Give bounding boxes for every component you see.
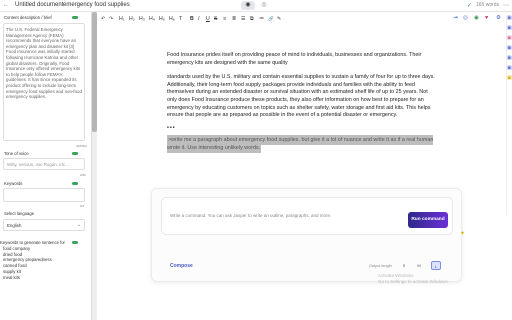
undo-icon[interactable]: ↶	[101, 16, 105, 22]
rail-icon[interactable]: ▣	[507, 25, 512, 31]
chevron-down-icon: ⌄	[76, 222, 81, 228]
ordered-list-icon[interactable]: ≔	[259, 16, 264, 22]
edit-icon[interactable]: ✎	[277, 16, 281, 22]
keyword-list-toggle[interactable]	[72, 241, 78, 244]
back-arrow-icon[interactable]: ←	[3, 2, 9, 8]
separator: •••	[167, 124, 176, 131]
keyword-list-label: Keywords to generate sentence for	[0, 240, 65, 245]
keywords-toggle[interactable]	[72, 182, 78, 185]
language-label: Select language	[4, 211, 35, 216]
size-small-button[interactable]: S	[399, 261, 409, 270]
strike-button[interactable]: S	[214, 16, 217, 22]
keywords-input[interactable]	[3, 188, 85, 202]
format-toolbar: ↶ ↷ H₁ H₂ H₃ H₄ H₅ H₆ T B I U S ≡ ≣ ☰ ⧉ …	[97, 12, 512, 26]
tone-input[interactable]: Witty, serious, Joe Rogan, etc...	[3, 158, 85, 170]
command-panel: Write a command. You can ask Jasper to w…	[151, 188, 462, 282]
list-item: meal kits	[3, 274, 20, 280]
link-icon[interactable]: 🔗	[268, 16, 274, 22]
language-select[interactable]: English ⌄	[3, 219, 85, 231]
rail-icon[interactable]: ▣	[507, 45, 512, 51]
tone-placeholder: Witty, serious, Joe Rogan, etc...	[7, 162, 69, 167]
right-rail: ▣ ▣ ▣ ▣ ▣ ▣ ▣	[506, 15, 512, 215]
more-icon[interactable]: ⋯	[503, 2, 509, 9]
compose-mode-icon[interactable]: ⇥	[453, 15, 458, 21]
keyword-list[interactable]: food company dried food emergency prepar…	[3, 246, 52, 280]
document-keyword[interactable]: emergency food supplies	[63, 2, 130, 8]
settings-icon[interactable]: ⚙	[496, 15, 501, 21]
content-toggle[interactable]	[72, 16, 78, 19]
paragraph: standards used by the U.S. military and …	[167, 74, 435, 119]
italic-button[interactable]: I	[198, 16, 199, 22]
rail-icon[interactable]: ▣	[507, 55, 512, 61]
activate-line: Go to Settings to activate Windows.	[378, 279, 450, 284]
word-count: 165 words	[476, 2, 500, 8]
rail-icon[interactable]: ▣	[507, 15, 512, 21]
size-large-button[interactable]: L	[431, 261, 441, 270]
rail-icon[interactable]: ▣	[507, 65, 512, 71]
eye-off-icon[interactable]: ◎	[259, 1, 269, 10]
heading6-button[interactable]: H₆	[169, 16, 175, 22]
content-description-text: The U.S. Federal Emergency Management Ag…	[6, 27, 82, 100]
language-value: English	[7, 223, 22, 228]
content-description-label: Content description / brief	[4, 15, 52, 20]
top-bar: ← Untitled document emergency food suppl…	[0, 0, 512, 12]
scrollbar-thumb[interactable]	[92, 12, 97, 132]
tone-toggle[interactable]	[72, 152, 78, 155]
heading3-button[interactable]: H₃	[139, 16, 145, 22]
rail-icon[interactable]: ▣	[507, 35, 512, 41]
run-command-button[interactable]: Run command	[408, 212, 448, 228]
check-icon: ✓	[467, 3, 473, 9]
content-description-field[interactable]: The U.S. Federal Emergency Management Ag…	[3, 23, 85, 141]
output-length-label: Output length	[369, 264, 392, 268]
content-counter: 448/600	[76, 144, 87, 148]
sidebar-scrollbar[interactable]	[92, 12, 97, 320]
editor[interactable]: Food Insurance prides itself on providin…	[167, 52, 439, 160]
list-icon[interactable]: ☰	[241, 16, 246, 22]
paragraph: Food Insurance prides itself on providin…	[167, 52, 422, 66]
heading4-button[interactable]: H₄	[149, 16, 155, 22]
selected-command-text: >write me a paragraph about emergency fo…	[167, 135, 434, 153]
redo-icon[interactable]: ↷	[109, 16, 113, 22]
size-medium-button[interactable]: M	[414, 261, 424, 270]
heading1-button[interactable]: H₁	[119, 16, 125, 22]
heading5-button[interactable]: H₅	[159, 16, 165, 22]
activate-windows-watermark: Activate Windows Go to Settings to activ…	[378, 273, 449, 285]
heart-icon[interactable]: ♥	[485, 15, 488, 21]
target-icon[interactable]: ◎	[463, 15, 468, 21]
command-placeholder: Write a command. You can ask Jasper to w…	[170, 213, 332, 218]
sparkle-icon[interactable]: ✦	[460, 230, 465, 237]
heading2-button[interactable]: H₂	[129, 16, 135, 22]
check-circle-icon[interactable]: ◉	[474, 15, 479, 21]
document-title[interactable]: Untitled document	[15, 2, 63, 8]
tone-label: Tone of voice	[4, 151, 29, 156]
compose-button[interactable]: Compose	[170, 263, 193, 269]
copy-icon[interactable]: ⧉	[250, 16, 254, 23]
eye-icon[interactable]: ◉	[241, 1, 255, 10]
align-center-icon[interactable]: ≣	[232, 16, 236, 22]
keywords-counter: 0/4	[80, 204, 85, 208]
align-left-icon[interactable]: ≡	[223, 16, 226, 22]
text-button[interactable]: T	[179, 16, 182, 22]
keywords-label: Keywords	[4, 181, 23, 186]
command-input[interactable]: Write a command. You can ask Jasper to w…	[161, 197, 453, 235]
tone-counter: 0/80	[80, 173, 86, 177]
sidebar: Content description / brief The U.S. Fed…	[0, 12, 92, 320]
bold-button[interactable]: B	[190, 16, 194, 22]
underline-button[interactable]: U	[206, 16, 210, 22]
rail-icon[interactable]: ▣	[507, 75, 512, 81]
